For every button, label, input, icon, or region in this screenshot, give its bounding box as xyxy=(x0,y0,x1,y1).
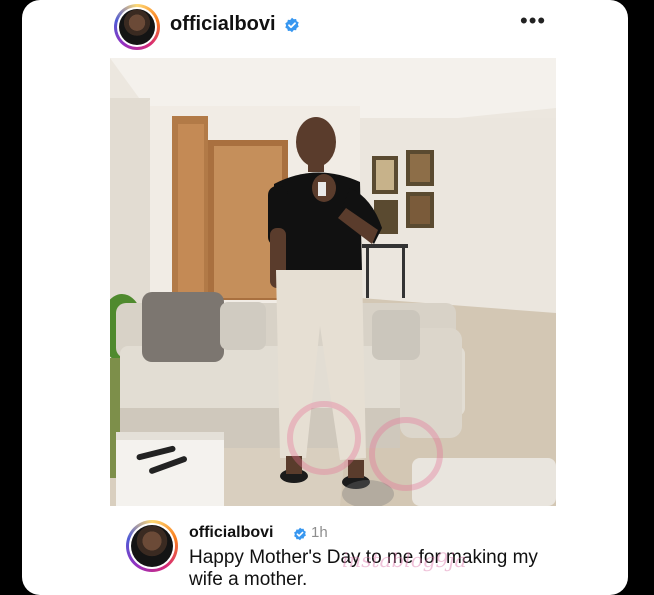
post-card: officialbovi ••• officialbovi 1h Happy M… xyxy=(22,0,628,595)
watermark-text: instablog9ja xyxy=(342,548,467,572)
caption-verified-badge-icon xyxy=(294,527,306,541)
caption-username[interactable]: officialbovi xyxy=(189,524,273,542)
verified-badge-icon xyxy=(285,17,299,33)
more-options-icon[interactable]: ••• xyxy=(520,10,546,34)
post-photo-illustration xyxy=(110,58,556,506)
post-username[interactable]: officialbovi xyxy=(170,13,276,36)
caption-avatar[interactable] xyxy=(126,520,178,572)
post-timestamp: 1h xyxy=(311,524,328,541)
post-image[interactable] xyxy=(110,58,556,506)
profile-avatar[interactable] xyxy=(114,4,160,50)
